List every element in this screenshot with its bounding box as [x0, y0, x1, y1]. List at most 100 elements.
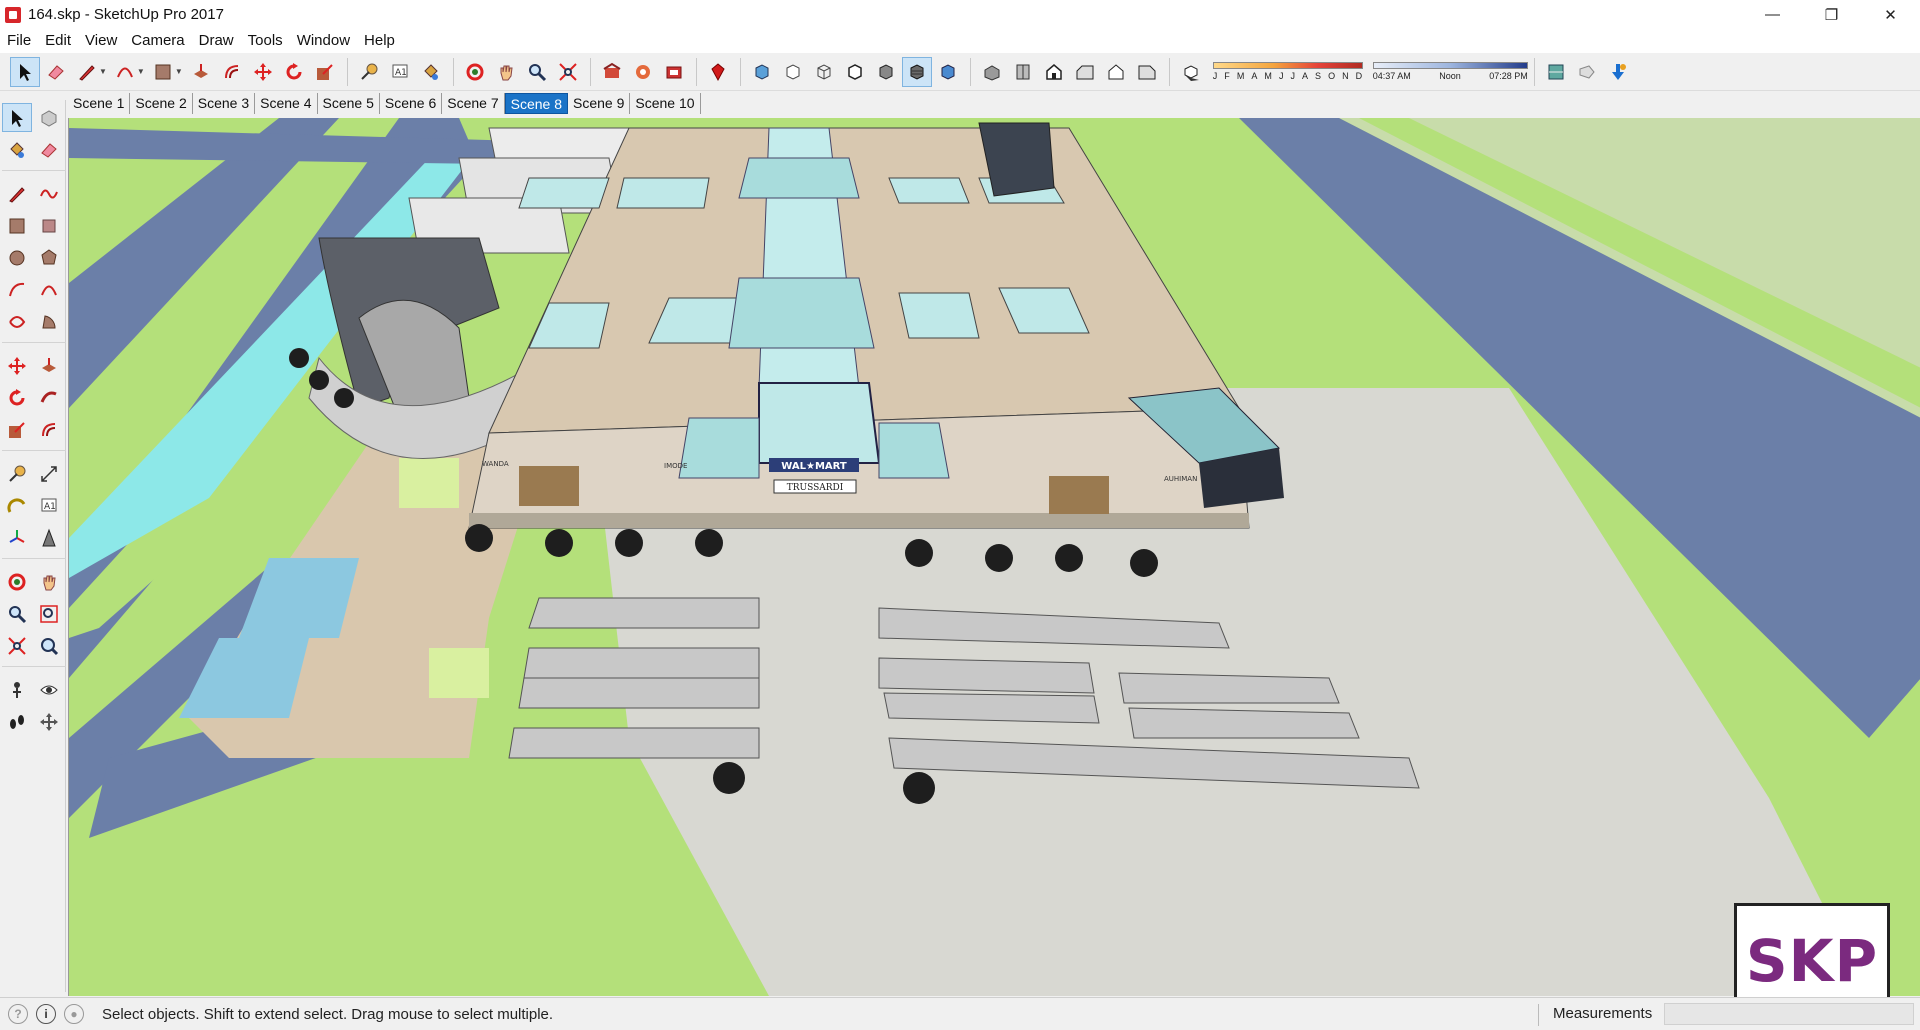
previous-view-button[interactable] [34, 631, 64, 660]
tab-scene-2[interactable]: Scene 2 [130, 92, 193, 114]
section-plane-button[interactable] [34, 707, 64, 736]
user-account-icon[interactable]: ● [64, 1004, 84, 1024]
iso-view-button[interactable] [977, 57, 1007, 87]
shadow-time-slider[interactable]: 04:37 AM Noon 07:28 PM [1372, 62, 1528, 81]
tab-scene-4[interactable]: Scene 4 [255, 92, 318, 114]
rotate-button[interactable] [2, 383, 32, 412]
orbit-button[interactable] [460, 57, 490, 87]
menu-tools[interactable]: Tools [241, 29, 290, 53]
paint-bucket-button[interactable] [416, 57, 446, 87]
top-view-button[interactable] [1008, 57, 1038, 87]
3d-text-button[interactable] [34, 523, 64, 552]
wireframe-button[interactable] [809, 57, 839, 87]
line-tool-button[interactable] [72, 57, 102, 87]
maximize-button[interactable]: ❐ [1802, 0, 1861, 29]
freehand-button[interactable] [34, 179, 64, 208]
pan-button[interactable] [34, 567, 64, 596]
time-gradient-bar[interactable] [1372, 62, 1528, 69]
shaded-button[interactable] [871, 57, 901, 87]
hidden-line-button[interactable] [840, 57, 870, 87]
three-point-arc-button[interactable] [2, 307, 32, 336]
paint-bucket-button[interactable] [2, 135, 32, 164]
tab-scene-10[interactable]: Scene 10 [630, 92, 701, 114]
rotated-rectangle-button[interactable] [34, 211, 64, 240]
pie-button[interactable] [34, 307, 64, 336]
geo-location-button[interactable] [1541, 57, 1571, 87]
line-button[interactable] [2, 179, 32, 208]
push-pull-button[interactable] [186, 57, 216, 87]
tab-scene-8[interactable]: Scene 8 [504, 92, 568, 114]
monochrome-button[interactable] [933, 57, 963, 87]
menu-window[interactable]: Window [290, 29, 357, 53]
follow-me-button[interactable] [34, 383, 64, 412]
protractor-button[interactable] [2, 491, 32, 520]
circle-button[interactable] [2, 243, 32, 272]
right-view-button[interactable] [1070, 57, 1100, 87]
move-button[interactable] [248, 57, 278, 87]
extension-manager-button[interactable] [703, 57, 733, 87]
walk-button[interactable] [2, 707, 32, 736]
zoom-button[interactable] [2, 599, 32, 628]
two-point-arc-button[interactable] [34, 275, 64, 304]
scale-button[interactable] [310, 57, 340, 87]
tape-measure-button[interactable] [2, 459, 32, 488]
arc-dropdown-icon[interactable]: ▼ [137, 67, 145, 76]
menu-edit[interactable]: Edit [38, 29, 78, 53]
look-around-button[interactable] [34, 675, 64, 704]
line-dropdown-icon[interactable]: ▼ [99, 67, 107, 76]
close-button[interactable]: ✕ [1861, 0, 1920, 29]
rectangle-button[interactable] [2, 211, 32, 240]
axes-button[interactable] [2, 523, 32, 552]
tab-scene-6[interactable]: Scene 6 [380, 92, 443, 114]
orbit-button[interactable] [2, 567, 32, 596]
shadows-toggle-button[interactable] [1176, 57, 1206, 87]
shape-tool-button[interactable] [148, 57, 178, 87]
geolocation-icon[interactable]: ? [8, 1004, 28, 1024]
pan-button[interactable] [491, 57, 521, 87]
eraser-tool-button[interactable] [41, 57, 71, 87]
zoom-extents-button[interactable] [2, 631, 32, 660]
scale-button[interactable] [2, 415, 32, 444]
shaded-textures-button[interactable] [901, 56, 932, 87]
position-camera-button[interactable] [2, 675, 32, 704]
credits-info-icon[interactable]: i [36, 1004, 56, 1024]
polygon-button[interactable] [34, 243, 64, 272]
xray-style-button[interactable] [747, 57, 777, 87]
menu-draw[interactable]: Draw [192, 29, 241, 53]
select-tool-button[interactable] [2, 103, 32, 132]
tape-measure-button[interactable] [354, 57, 384, 87]
arc-button[interactable] [2, 275, 32, 304]
eraser-button[interactable] [34, 135, 64, 164]
text-button[interactable]: A1 [34, 491, 64, 520]
move-button[interactable] [2, 351, 32, 380]
front-view-button[interactable] [1039, 57, 1069, 87]
text-button[interactable]: A1 [385, 57, 415, 87]
left-view-button[interactable] [1132, 57, 1162, 87]
menu-camera[interactable]: Camera [124, 29, 191, 53]
shape-dropdown-icon[interactable]: ▼ [175, 67, 183, 76]
tab-scene-5[interactable]: Scene 5 [318, 92, 380, 114]
zoom-window-button[interactable] [34, 599, 64, 628]
make-component-button[interactable] [34, 103, 64, 132]
rotate-button[interactable] [279, 57, 309, 87]
push-pull-button[interactable] [34, 351, 64, 380]
zoom-extents-button[interactable] [553, 57, 583, 87]
measurements-field[interactable] [1664, 1003, 1914, 1025]
offset-button[interactable] [34, 415, 64, 444]
model-viewport[interactable]: WAL★MART TRUSSARDI WANDA IMODE AUHIMAN [68, 118, 1920, 996]
menu-file[interactable]: File [0, 29, 38, 53]
tab-scene-1[interactable]: Scene 1 [68, 92, 131, 114]
tab-scene-7[interactable]: Scene 7 [442, 92, 505, 114]
zoom-button[interactable] [522, 57, 552, 87]
dimension-button[interactable] [34, 459, 64, 488]
minimize-button[interactable]: — [1743, 0, 1802, 29]
warehouse-button[interactable] [597, 57, 627, 87]
photo-texture-button[interactable] [1603, 57, 1633, 87]
add-location-button[interactable] [1572, 57, 1602, 87]
tab-scene-3[interactable]: Scene 3 [193, 92, 256, 114]
select-tool-button[interactable] [10, 56, 40, 87]
arc-tool-button[interactable] [110, 57, 140, 87]
shadow-month-slider[interactable]: J F M A M J J A S O N D [1212, 62, 1363, 81]
back-view-button[interactable] [1101, 57, 1131, 87]
offset-button[interactable] [217, 57, 247, 87]
